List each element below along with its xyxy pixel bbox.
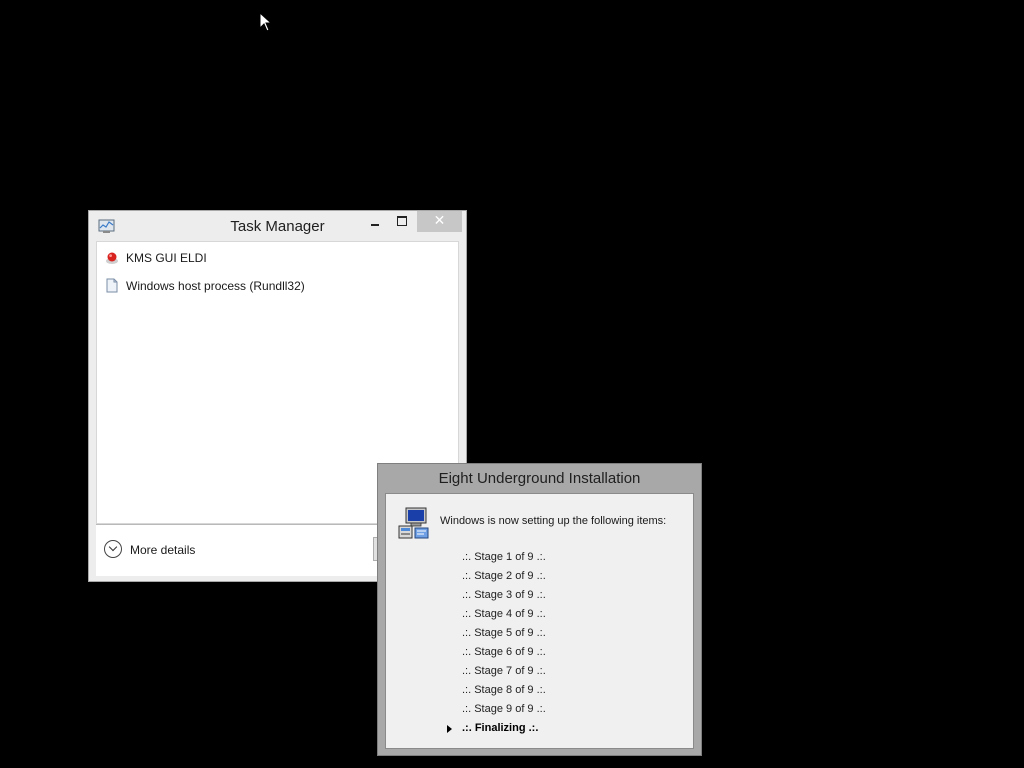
process-name: Windows host process (Rundll32) (126, 279, 305, 293)
close-icon: ✕ (433, 212, 446, 228)
stage-item: .:. Stage 1 of 9 .:. (462, 551, 546, 563)
stage-item: .:. Stage 7 of 9 .:. (462, 665, 546, 677)
maximize-button[interactable] (389, 211, 413, 232)
mouse-cursor-icon (259, 12, 273, 32)
more-details-link[interactable]: More details (130, 543, 195, 557)
process-row-kms-gui-eldi[interactable]: KMS GUI ELDI (105, 247, 445, 269)
installer-window: Eight Underground Installation Windows i… (377, 463, 702, 756)
stage-item: .:. Stage 4 of 9 .:. (462, 608, 546, 620)
stage-item-finalizing: .:. Finalizing .:. (462, 722, 539, 734)
process-row-rundll32[interactable]: Windows host process (Rundll32) (105, 275, 445, 297)
chevron-down-icon[interactable] (104, 540, 122, 558)
red-dot-app-icon (106, 252, 118, 264)
computer-setup-icon (398, 507, 429, 539)
minimize-button[interactable] (363, 211, 387, 232)
installer-message: Windows is now setting up the following … (440, 515, 667, 527)
stage-item: .:. Stage 2 of 9 .:. (462, 570, 546, 582)
task-manager-titlebar[interactable]: Task Manager ✕ (89, 211, 466, 241)
stage-item: .:. Stage 9 of 9 .:. (462, 703, 546, 715)
stage-item: .:. Stage 5 of 9 .:. (462, 627, 546, 639)
current-stage-arrow-icon (447, 725, 452, 733)
installer-body: Windows is now setting up the following … (385, 493, 694, 749)
process-name: KMS GUI ELDI (126, 251, 207, 265)
document-icon (106, 278, 118, 293)
close-button[interactable]: ✕ (417, 211, 462, 232)
stage-item: .:. Stage 8 of 9 .:. (462, 684, 546, 696)
installer-title: Eight Underground Installation (438, 470, 641, 487)
stage-item: .:. Stage 3 of 9 .:. (462, 589, 546, 601)
stage-item: .:. Stage 6 of 9 .:. (462, 646, 546, 658)
